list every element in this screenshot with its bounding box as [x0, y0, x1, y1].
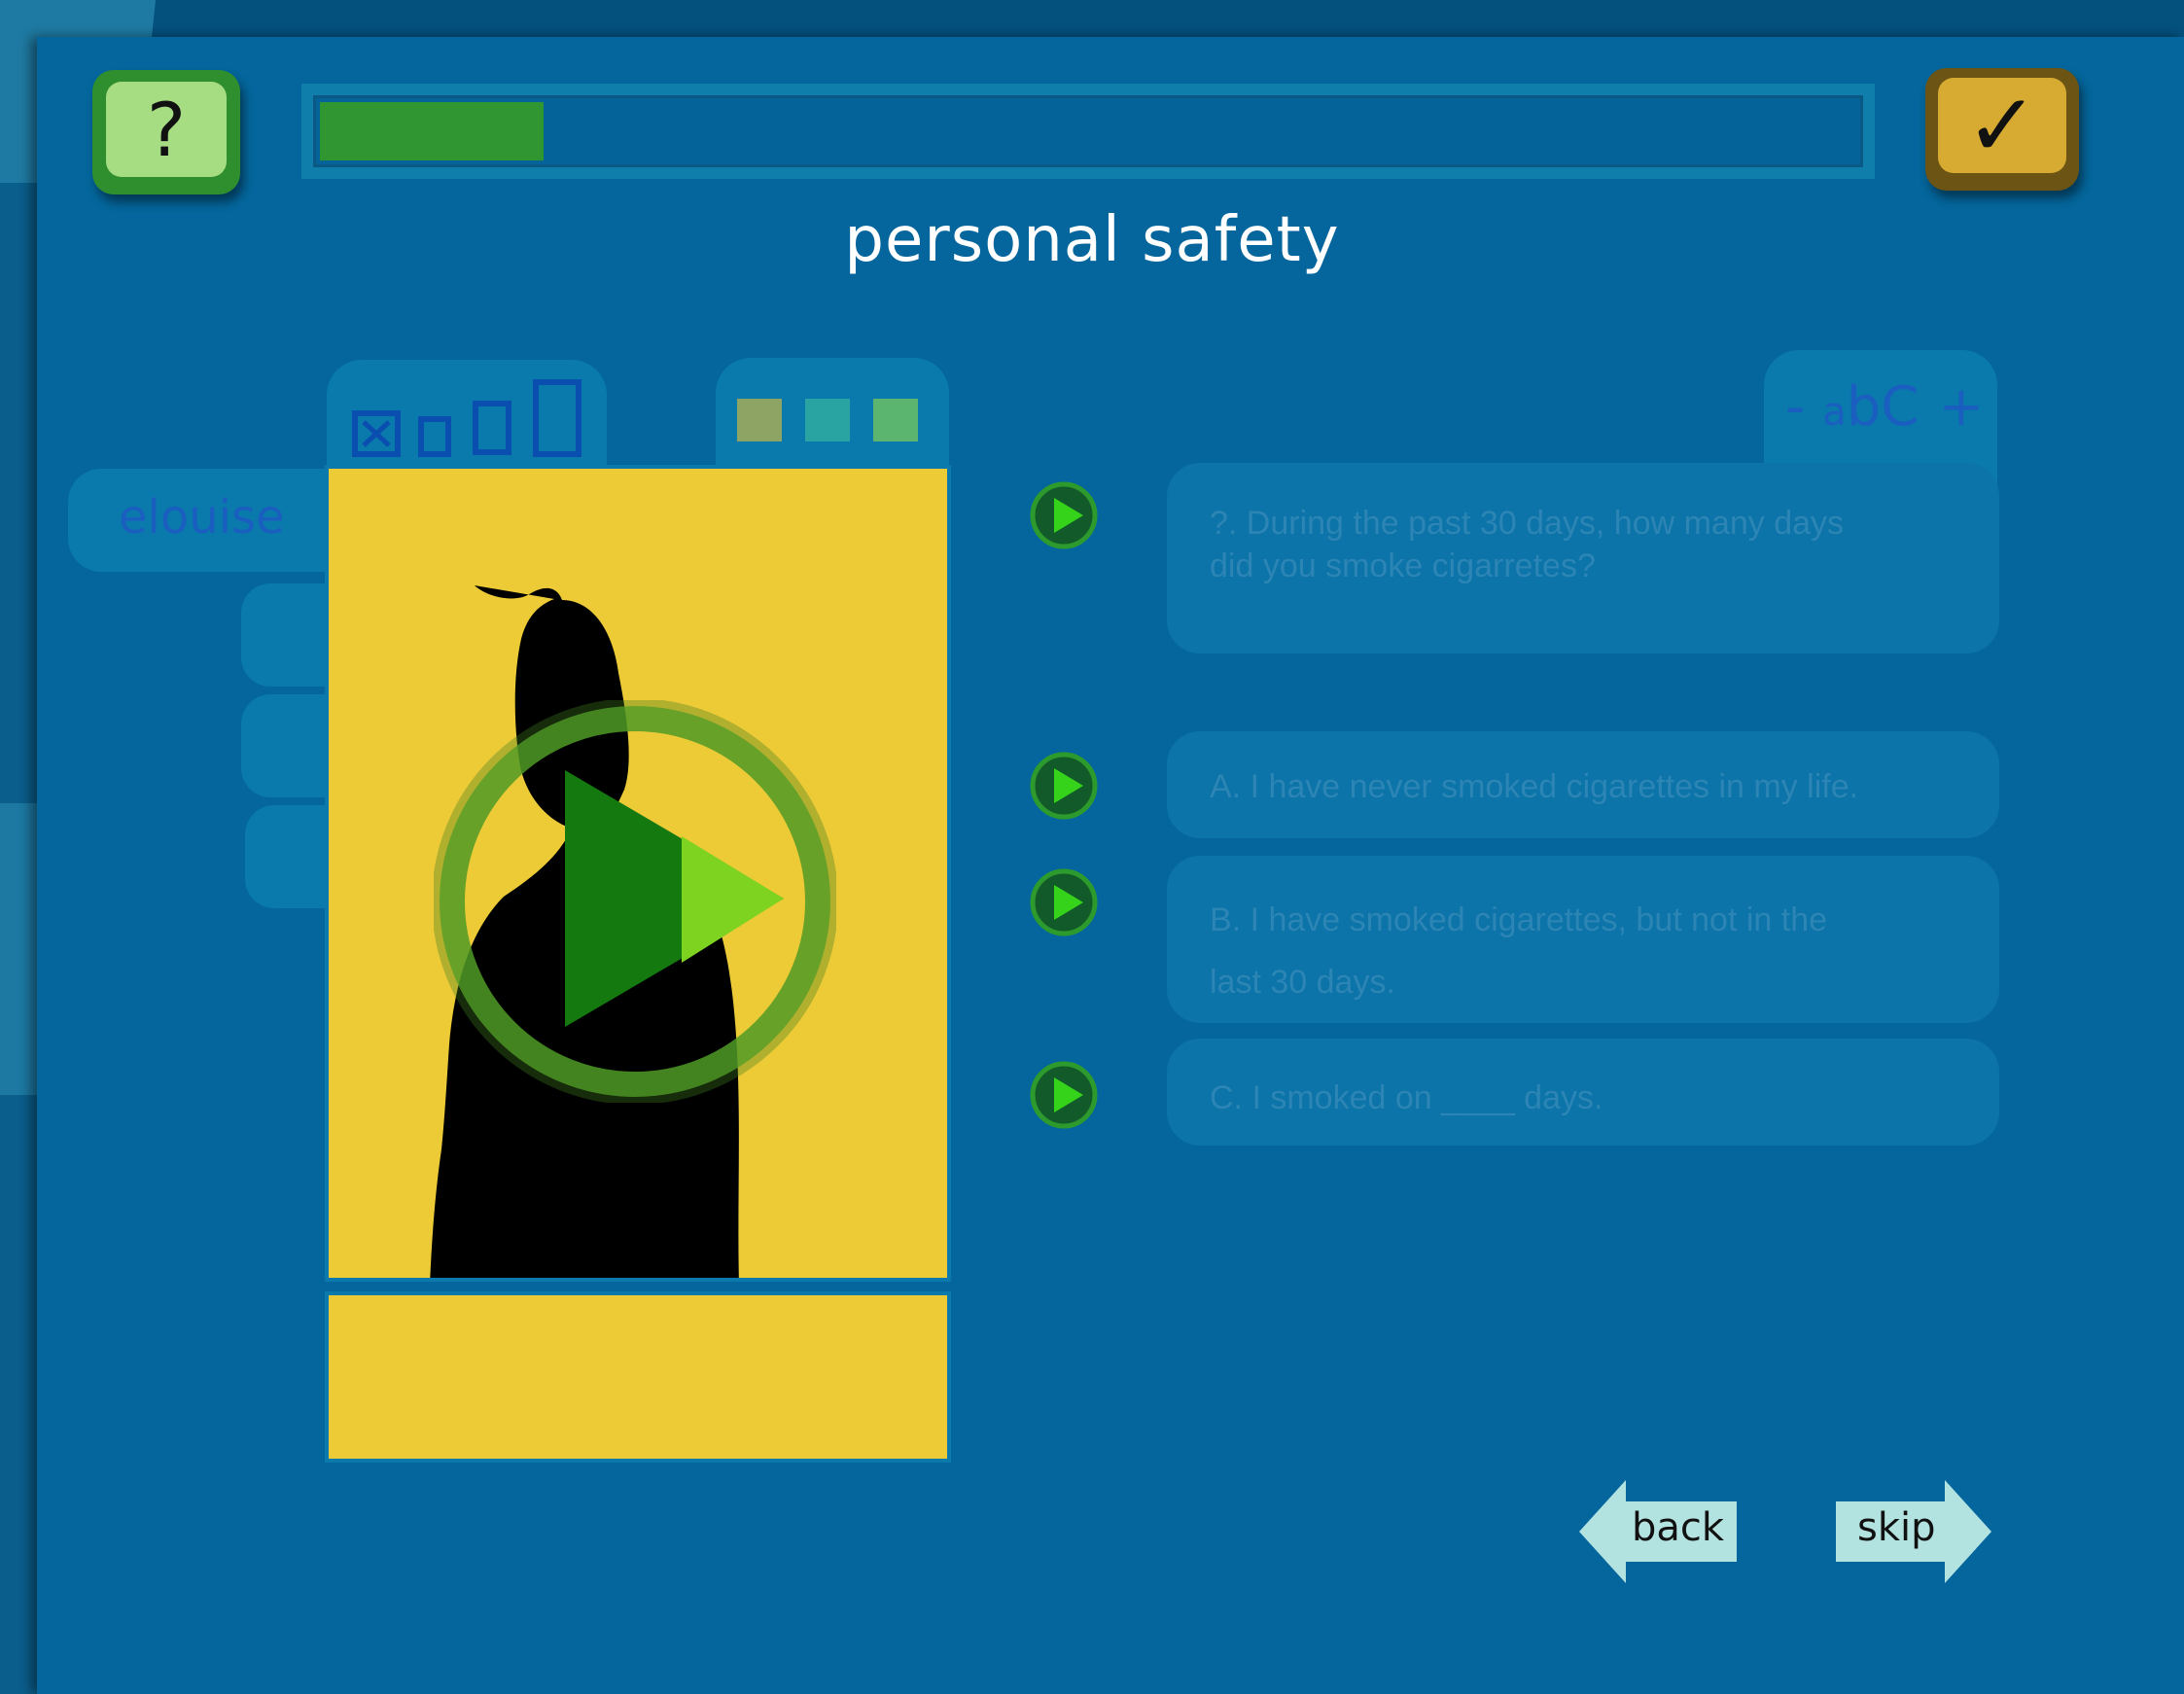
- progress-bar-track: [313, 95, 1863, 167]
- skip-button[interactable]: skip: [1836, 1480, 1991, 1583]
- profile-name: elouise: [119, 490, 285, 545]
- check-icon: ✓: [1938, 75, 2066, 177]
- done-button[interactable]: ✓: [1925, 68, 2079, 191]
- progress-bar: [301, 84, 1875, 179]
- size-small-button[interactable]: [418, 416, 451, 457]
- help-button-label: ?: [106, 82, 227, 177]
- play-answer-c-audio-icon[interactable]: [1029, 1060, 1099, 1130]
- font-increase-button[interactable]: +: [1938, 375, 1984, 439]
- color-swatch-olive[interactable]: [737, 399, 782, 441]
- font-decrease-button[interactable]: -: [1785, 375, 1805, 439]
- caption-box: [325, 1291, 951, 1463]
- skip-button-label: skip: [1857, 1505, 1936, 1550]
- color-swatch-teal[interactable]: [805, 399, 850, 441]
- answer-option-label: last 30 days.: [1210, 964, 1395, 1001]
- answer-option-c[interactable]: C. I smoked on ____ days.: [1167, 1039, 1999, 1146]
- progress-bar-fill: [320, 102, 545, 160]
- video-play-icon[interactable]: [432, 698, 838, 1105]
- question-text-line: did you smoke cigarretes?: [1210, 547, 1596, 584]
- font-sample-large: bC: [1846, 375, 1920, 439]
- size-medium-button[interactable]: [473, 401, 511, 455]
- play-question-audio-icon[interactable]: [1029, 480, 1099, 550]
- font-size-control: - a bC +: [1785, 375, 1984, 439]
- answer-option-label: B. I have smoked cigarettes, but not in …: [1210, 901, 1828, 938]
- play-answer-b-audio-icon[interactable]: [1029, 867, 1099, 937]
- question-text-box: ?. During the past 30 days, how many day…: [1167, 463, 1999, 653]
- answer-option-label: C. I smoked on ____ days.: [1210, 1079, 1603, 1116]
- answer-option-b[interactable]: B. I have smoked cigarettes, but not in …: [1167, 856, 1999, 1023]
- page-title: personal safety: [844, 204, 1340, 276]
- play-answer-a-audio-icon[interactable]: [1029, 751, 1099, 821]
- answer-option-label: A. I have never smoked cigarettes in my …: [1210, 768, 1859, 805]
- question-text-line: ?. During the past 30 days, how many day…: [1210, 505, 1845, 542]
- size-large-button[interactable]: [533, 379, 581, 457]
- color-swatch-green[interactable]: [873, 399, 918, 441]
- back-button[interactable]: back: [1579, 1480, 1737, 1583]
- font-sample-small: a: [1822, 390, 1847, 435]
- help-button[interactable]: ?: [92, 70, 240, 194]
- answer-option-a[interactable]: A. I have never smoked cigarettes in my …: [1167, 731, 1999, 838]
- size-close-icon[interactable]: [352, 410, 401, 457]
- back-button-label: back: [1632, 1505, 1725, 1550]
- profile-name-tab[interactable]: elouise: [68, 469, 360, 572]
